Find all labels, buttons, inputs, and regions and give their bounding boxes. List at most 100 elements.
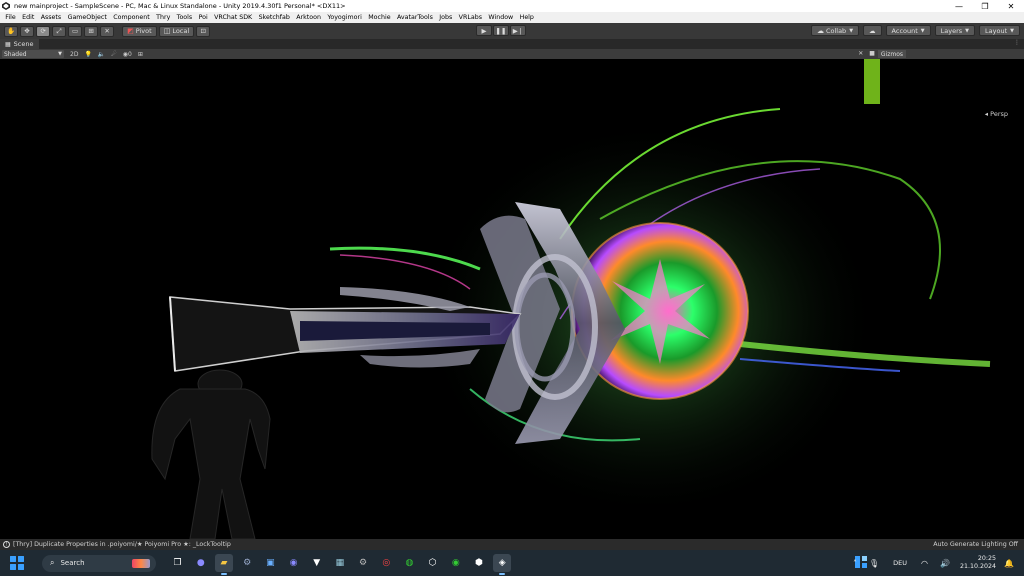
- clock[interactable]: 20:25 21.10.2024: [960, 555, 996, 571]
- scene-gizmo-y-axis[interactable]: [864, 59, 880, 104]
- maximize-button[interactable]: ❐: [972, 0, 998, 12]
- menu-tools[interactable]: Tools: [173, 14, 195, 21]
- scene-render: [151, 108, 991, 539]
- unity-icon: [2, 2, 10, 10]
- file-explorer-icon[interactable]: ▰: [214, 554, 233, 575]
- scale-tool-icon[interactable]: ⤢: [52, 25, 67, 37]
- close-button[interactable]: ✕: [998, 0, 1024, 12]
- effects-icon[interactable]: ☄: [111, 51, 116, 58]
- camera-settings-icon[interactable]: ⊞: [138, 51, 143, 58]
- unity-hub-icon[interactable]: ⬡: [424, 554, 442, 572]
- console-message[interactable]: [Thry] Duplicate Properties in .poiyomi/…: [13, 541, 933, 548]
- windows-taskbar: ⌕ Search ❐ ● ▰ ⚙ ▣ ◉ ▼ ▦ ⚙ ◎ ◍ ⬡ ◉ ⬢ ◈ ˄…: [0, 550, 1024, 576]
- pause-icon[interactable]: ❚❚: [493, 25, 509, 36]
- scene-icon: ▦: [5, 40, 11, 48]
- menu-assets[interactable]: Assets: [38, 14, 65, 21]
- hand-tool-icon[interactable]: ✋: [4, 25, 19, 37]
- menu-edit[interactable]: Edit: [19, 14, 38, 21]
- pivot-toggle[interactable]: ◩ Pivot: [122, 25, 157, 37]
- minimize-button[interactable]: —: [946, 0, 972, 12]
- settings-icon[interactable]: ⚙: [354, 554, 372, 572]
- discord-icon[interactable]: ◉: [285, 554, 303, 572]
- whatsapp-icon[interactable]: ◍: [400, 554, 418, 572]
- collab-button[interactable]: ☁ Collab ▼: [810, 25, 860, 36]
- volume-icon[interactable]: 🔊: [940, 559, 950, 568]
- rect-tool-icon[interactable]: ▭: [68, 25, 83, 37]
- taskbar-apps: ❐ ● ▰ ⚙ ▣ ◉ ▼ ▦ ⚙ ◎ ◍ ⬡ ◉ ⬢ ◈: [166, 554, 514, 575]
- chevron-down-icon: ▼: [965, 27, 970, 34]
- info-icon: !: [3, 541, 10, 548]
- scene-viewport[interactable]: ◂ Persp: [0, 59, 1024, 539]
- cloud-button[interactable]: ☁: [863, 25, 882, 36]
- menu-yoyogimori[interactable]: Yoyogimori: [324, 14, 365, 21]
- menu-help[interactable]: Help: [516, 14, 537, 21]
- menu-sketchfab[interactable]: Sketchfab: [255, 14, 293, 21]
- task-view-icon[interactable]: ❐: [169, 554, 187, 572]
- notification-bell-icon[interactable]: 🔔: [1004, 559, 1014, 568]
- microphone-icon[interactable]: 🎙: [869, 559, 879, 568]
- tab-scene[interactable]: ▦ Scene: [0, 39, 39, 49]
- menu-gameobject[interactable]: GameObject: [64, 14, 110, 21]
- status-bar: ! [Thry] Duplicate Properties in .poiyom…: [0, 539, 1024, 550]
- gizmos-dropdown[interactable]: Gizmos: [877, 50, 906, 58]
- layout-button[interactable]: Layout ▼: [979, 25, 1020, 36]
- unity-icon[interactable]: ⬢: [470, 554, 488, 572]
- rotate-tool-icon[interactable]: ⟳: [36, 25, 51, 37]
- menu-thry[interactable]: Thry: [153, 14, 174, 21]
- taskbar-search[interactable]: ⌕ Search: [42, 554, 156, 572]
- persp-label[interactable]: ◂ Persp: [985, 110, 1008, 118]
- avatar-silhouette: [151, 369, 271, 539]
- chat-icon[interactable]: ●: [192, 554, 210, 572]
- menu-mochie[interactable]: Mochie: [365, 14, 394, 21]
- tab-menu-icon[interactable]: ⋮: [1014, 39, 1020, 46]
- chevron-down-icon: ▼: [1010, 27, 1014, 34]
- spotify-icon[interactable]: ◉: [447, 554, 465, 572]
- custom-tool-icon[interactable]: ✕: [100, 25, 115, 37]
- layers-button[interactable]: Layers ▼: [934, 25, 976, 36]
- lighting-icon[interactable]: 💡: [84, 51, 91, 58]
- language-indicator[interactable]: DEU: [893, 559, 907, 567]
- menu-file[interactable]: File: [2, 14, 19, 21]
- start-button[interactable]: [10, 556, 24, 570]
- steam-icon[interactable]: ⚙: [238, 554, 256, 572]
- tools-icon[interactable]: ✕: [858, 50, 863, 58]
- play-icon[interactable]: ▶: [476, 25, 492, 36]
- 2d-toggle[interactable]: 2D: [70, 51, 78, 58]
- play-controls: ▶ ❚❚ ▶❘: [476, 25, 527, 36]
- window-title-bar: new mainproject - SampleScene - PC, Mac …: [0, 0, 1024, 12]
- scene-toolbar: Shaded ▼ 2D 💡 🔈 ☄ ◉0 ⊞ ✕ ■ Gizmos: [0, 49, 1024, 59]
- audio-icon[interactable]: 🔈: [98, 51, 105, 58]
- hidden-objects-icon[interactable]: ◉0: [123, 51, 132, 58]
- scene-toolbar-right: ✕ ■ Gizmos: [852, 50, 906, 58]
- local-toggle[interactable]: ◫ Local: [158, 25, 195, 37]
- menu-avatartools[interactable]: AvatarTools: [394, 14, 436, 21]
- scene-tab-bar: ▦ Scene ⋮: [0, 39, 1024, 49]
- windows-logo-icon: [10, 556, 16, 562]
- menu-vrlabs[interactable]: VRLabs: [455, 14, 485, 21]
- menu-component[interactable]: Component: [110, 14, 153, 21]
- search-icon: ⌕: [50, 558, 55, 567]
- chevron-down-icon: ▼: [849, 27, 854, 34]
- photos-icon[interactable]: ▦: [331, 554, 349, 572]
- menu-arktoon[interactable]: Arktoon: [293, 14, 324, 21]
- epic-games-icon[interactable]: ▼: [308, 554, 326, 572]
- menu-vrchat-sdk[interactable]: VRChat SDK: [211, 14, 255, 21]
- step-icon[interactable]: ▶❘: [510, 25, 526, 36]
- shading-mode-select[interactable]: Shaded ▼: [2, 50, 64, 58]
- wifi-icon[interactable]: ◠: [921, 559, 928, 568]
- account-button[interactable]: Account ▼: [885, 25, 931, 36]
- move-tool-icon[interactable]: ✥: [20, 25, 35, 37]
- chrome-icon[interactable]: ◎: [377, 554, 395, 572]
- menu-bar: File Edit Assets GameObject Component Th…: [0, 12, 1024, 23]
- unity-editor-icon[interactable]: ◈: [493, 554, 512, 575]
- menu-jobs[interactable]: Jobs: [436, 14, 455, 21]
- menu-poi[interactable]: Poi: [195, 14, 211, 21]
- search-highlight-icon: [132, 558, 150, 568]
- menu-window[interactable]: Window: [485, 14, 516, 21]
- transform-tool-icon[interactable]: ⊞: [84, 25, 99, 37]
- collab-icon: ☁: [816, 26, 824, 35]
- grid-snap-icon[interactable]: ⊡: [196, 25, 211, 37]
- store-icon[interactable]: ▣: [261, 554, 279, 572]
- camera-icon[interactable]: ■: [869, 50, 875, 58]
- chevron-up-icon[interactable]: ˄: [853, 559, 857, 568]
